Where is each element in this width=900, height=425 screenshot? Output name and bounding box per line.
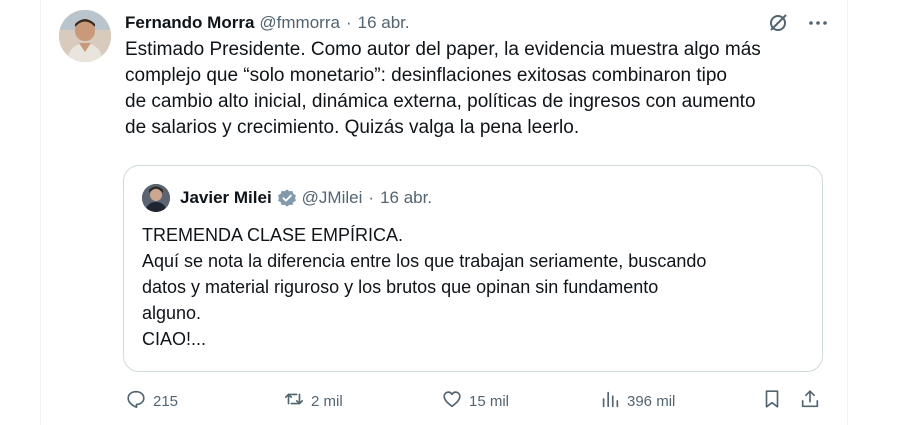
quoted-author-handle[interactable]: @JMilei [302, 188, 363, 208]
author-name[interactable]: Fernando Morra [125, 13, 254, 33]
avatar[interactable] [59, 10, 111, 62]
grok-icon[interactable] [767, 12, 789, 34]
like-count: 15 mil [469, 392, 510, 410]
bookmark-button[interactable] [761, 388, 783, 414]
quoted-tweet-text: TREMENDA CLASE EMPÍRICA. Aquí se nota la… [142, 222, 706, 352]
reply-button[interactable]: 215 [125, 388, 178, 414]
author-handle[interactable]: @fmmorra [259, 13, 340, 33]
separator: · [345, 13, 352, 32]
verified-badge-icon [277, 188, 297, 208]
quoted-text-line: TREMENDA CLASE EMPÍRICA. [142, 225, 404, 245]
tweet-text: Estimado Presidente. Como autor del pape… [125, 37, 845, 141]
like-button[interactable]: 15 mil [441, 388, 509, 414]
reply-icon [125, 388, 147, 414]
quoted-author-name[interactable]: Javier Milei [180, 188, 272, 208]
views-button[interactable]: 396 mil [599, 388, 675, 414]
share-icon [799, 388, 821, 414]
quoted-text-line: Aquí se nota la diferencia entre los que… [142, 251, 707, 271]
quoted-tweet-header: Javier Milei @JMilei · 16 abr. [142, 184, 432, 212]
views-icon [599, 388, 621, 414]
tweet-text-line: complejo que “solo monetario”: desinflac… [125, 65, 727, 86]
tweet-text-line: Estimado Presidente. Como autor del pape… [125, 39, 761, 60]
tweet-text-line: de salarios y crecimiento. Quizás valga … [125, 117, 580, 138]
quoted-tweet[interactable]: Javier Milei @JMilei · 16 abr. TREMENDA … [123, 165, 823, 372]
quoted-avatar[interactable] [142, 184, 170, 212]
tweet-date[interactable]: 16 abr. [358, 13, 410, 33]
quoted-text-line: alguno. [142, 303, 202, 323]
quoted-text-line: datos y material riguroso y los brutos q… [142, 277, 659, 297]
header-icons [767, 12, 829, 34]
quoted-tweet-date[interactable]: 16 abr. [380, 188, 432, 208]
tweet[interactable]: Fernando Morra @fmmorra · 16 abr. Estima… [40, 0, 848, 425]
like-icon [441, 388, 463, 414]
more-icon[interactable] [807, 12, 829, 34]
repost-icon [283, 388, 305, 414]
quoted-separator: · [368, 188, 375, 207]
quoted-text-line: CIAO!... [142, 329, 207, 349]
action-bar: 215 2 mil 15 mil 396 mil [125, 388, 825, 414]
repost-count: 2 mil [311, 392, 343, 410]
share-button[interactable] [799, 388, 821, 414]
bookmark-icon [761, 388, 783, 414]
reply-count: 215 [153, 392, 179, 410]
views-count: 396 mil [627, 392, 676, 410]
tweet-header: Fernando Morra @fmmorra · 16 abr. [125, 11, 410, 35]
repost-button[interactable]: 2 mil [283, 388, 343, 414]
tweet-text-line: de cambio alto inicial, dinámica externa… [125, 91, 756, 112]
